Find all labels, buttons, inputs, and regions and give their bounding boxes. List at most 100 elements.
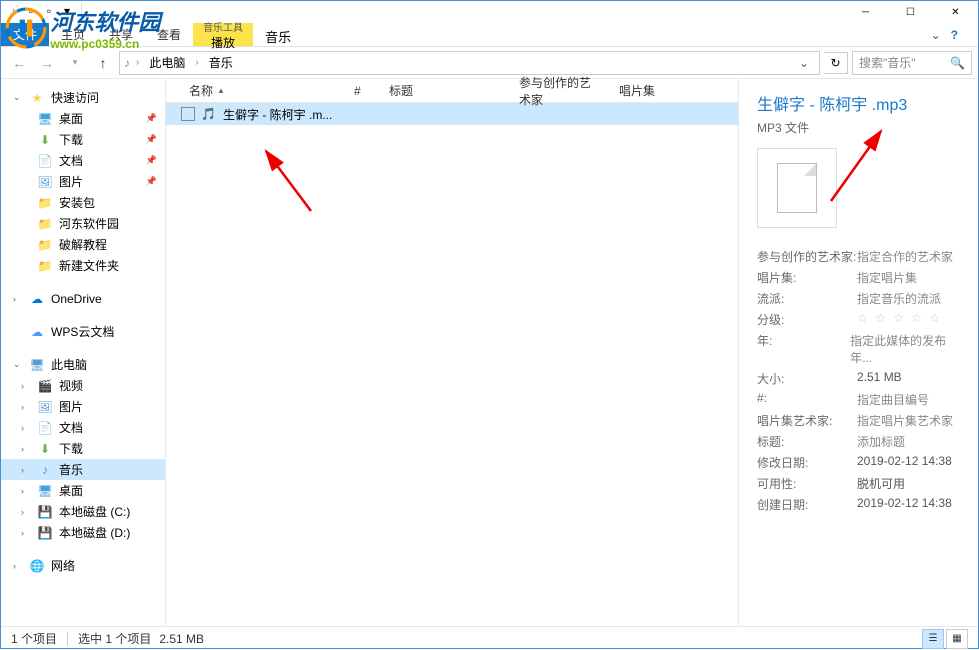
sidebar-item-folder[interactable]: 📁安装包 [1, 192, 165, 213]
back-button[interactable]: ← [7, 51, 31, 75]
ribbon-tab-view[interactable]: 查看 [145, 23, 193, 46]
sidebar-item-drive-d[interactable]: ›💾本地磁盘 (D:) [1, 522, 165, 543]
close-button[interactable]: ✕ [933, 1, 978, 23]
details-created: 2019-02-12 14:38 [857, 496, 952, 513]
details-title-field[interactable]: 添加标题 [857, 433, 905, 450]
wps-icon: ☁ [29, 324, 45, 340]
pc-icon: 🖥 [29, 357, 45, 373]
sidebar-item-pictures[interactable]: 🖼图片📌 [1, 171, 165, 192]
search-icon: 🔍 [950, 56, 965, 70]
column-artist[interactable]: 参与创作的艺术家 [511, 70, 611, 112]
breadcrumb-this-pc[interactable]: 此电脑 [145, 52, 189, 73]
details-albumartist[interactable]: 指定唱片集艺术家 [857, 412, 953, 429]
qat-item-icon[interactable]: ▫ [41, 3, 57, 19]
ribbon-separator [81, 3, 97, 21]
details-year[interactable]: 指定此媒体的发布年... [850, 332, 960, 366]
column-album[interactable]: 唱片集 [611, 78, 671, 103]
sidebar-item-downloads[interactable]: ⬇下载📌 [1, 129, 165, 150]
chevron-right-icon[interactable]: › [132, 57, 143, 68]
sidebar-item-desktop[interactable]: ›🖥桌面 [1, 480, 165, 501]
column-name[interactable]: 名称▲ [181, 78, 346, 103]
search-input[interactable]: 搜索"音乐" 🔍 [852, 51, 972, 75]
ribbon-tab-home[interactable]: 主页 [49, 23, 97, 46]
up-button[interactable]: ↑ [91, 51, 115, 75]
desktop-icon: 🖥 [37, 483, 53, 499]
ribbon-tab-share[interactable]: 共享 [97, 23, 145, 46]
details-thumbnail [757, 148, 837, 228]
forward-button[interactable]: → [35, 51, 59, 75]
pin-icon: 📌 [146, 113, 157, 124]
details-title: 生僻字 - 陈柯宇 .mp3 [757, 91, 960, 115]
sidebar-network[interactable]: ›🌐网络 [1, 555, 165, 576]
drive-icon: 💾 [37, 525, 53, 541]
details-availability: 脱机可用 [857, 475, 905, 492]
sidebar-item-documents[interactable]: 📄文档📌 [1, 150, 165, 171]
sidebar-item-downloads[interactable]: ›⬇下载 [1, 438, 165, 459]
breadcrumb[interactable]: ♪ › 此电脑 › 音乐 ⌄ [119, 51, 820, 75]
details-artist[interactable]: 指定合作的艺术家 [857, 248, 953, 265]
music-icon: ♪ [124, 56, 130, 70]
sidebar-item-folder[interactable]: 📁破解教程 [1, 234, 165, 255]
status-size: 2.51 MB [159, 632, 204, 646]
checkbox[interactable] [181, 107, 195, 121]
sidebar-this-pc[interactable]: ⌄🖥此电脑 [1, 354, 165, 375]
ribbon: 文件 主页 共享 查看 音乐工具 播放 音乐 ⌄ ? [1, 23, 978, 47]
document-icon: 📄 [37, 153, 53, 169]
music-folder-icon: ♪ [5, 3, 21, 19]
pin-icon: 📌 [146, 155, 157, 166]
view-icons-button[interactable]: ▦ [946, 629, 968, 649]
sidebar-onedrive[interactable]: ›☁OneDrive [1, 288, 165, 309]
download-icon: ⬇ [37, 132, 53, 148]
sidebar-item-desktop[interactable]: 🖥桌面📌 [1, 108, 165, 129]
details-tracknum[interactable]: 指定曲目编号 [857, 391, 929, 408]
refresh-button[interactable]: ↻ [824, 52, 848, 74]
sidebar-item-documents[interactable]: ›📄文档 [1, 417, 165, 438]
window-title: 音乐 [253, 23, 303, 46]
sidebar-item-drive-c[interactable]: ›💾本地磁盘 (C:) [1, 501, 165, 522]
sidebar-item-music[interactable]: ›♪音乐 [1, 459, 165, 480]
video-icon: 🎬 [37, 378, 53, 394]
file-row[interactable]: 🎵 生僻字 - 陈柯宇 .m... [166, 103, 738, 125]
maximize-button[interactable]: ☐ [888, 1, 933, 23]
breadcrumb-music[interactable]: 音乐 [205, 52, 237, 73]
sidebar-quick-access[interactable]: ⌄ ★ 快速访问 [1, 87, 165, 108]
sidebar-item-folder[interactable]: 📁河东软件园 [1, 213, 165, 234]
chevron-down-icon[interactable]: ⌄ [13, 359, 23, 370]
view-details-button[interactable]: ☰ [922, 629, 944, 649]
chevron-right-icon[interactable]: › [191, 57, 202, 68]
file-list[interactable]: 名称▲ # 标题 参与创作的艺术家 唱片集 🎵 生僻字 - 陈柯宇 .m... [166, 79, 738, 626]
chevron-right-icon[interactable]: › [13, 294, 23, 304]
music-icon: ♪ [37, 462, 53, 478]
onedrive-icon: ☁ [29, 291, 45, 307]
sidebar-wps[interactable]: ☁WPS云文档 [1, 321, 165, 342]
ribbon-expand-icon[interactable]: ⌄ [931, 28, 941, 42]
navigation-pane[interactable]: ⌄ ★ 快速访问 🖥桌面📌 ⬇下载📌 📄文档📌 🖼图片📌 📁安装包 📁河东软件园… [1, 79, 166, 626]
sort-asc-icon: ▲ [217, 86, 225, 95]
drive-icon: 💾 [37, 504, 53, 520]
status-item-count: 1 个项目 [11, 630, 57, 647]
column-number[interactable]: # [346, 80, 381, 102]
qat-dropdown-icon[interactable]: ▾ [59, 3, 75, 19]
details-rating[interactable]: ☆ ☆ ☆ ☆ ☆ [857, 311, 942, 328]
sidebar-item-folder[interactable]: 📁新建文件夹 [1, 255, 165, 276]
address-dropdown-icon[interactable]: ⌄ [793, 56, 815, 70]
help-icon[interactable]: ? [951, 28, 958, 42]
history-dropdown[interactable]: ▾ [63, 51, 87, 75]
details-filetype: MP3 文件 [757, 119, 960, 136]
chevron-down-icon[interactable]: ⌄ [13, 92, 23, 103]
details-album[interactable]: 指定唱片集 [857, 269, 917, 286]
minimize-button[interactable]: ─ [843, 1, 888, 23]
addressbar: ← → ▾ ↑ ♪ › 此电脑 › 音乐 ⌄ ↻ 搜索"音乐" 🔍 [1, 47, 978, 79]
qat-item-icon[interactable]: ▫ [23, 3, 39, 19]
star-icon: ★ [29, 90, 45, 106]
folder-icon: 📁 [37, 237, 53, 253]
details-genre[interactable]: 指定音乐的流派 [857, 290, 941, 307]
column-title[interactable]: 标题 [381, 78, 511, 103]
ribbon-file-tab[interactable]: 文件 [1, 23, 49, 46]
download-icon: ⬇ [37, 441, 53, 457]
sidebar-item-pictures[interactable]: ›🖼图片 [1, 396, 165, 417]
sidebar-item-videos[interactable]: ›🎬视频 [1, 375, 165, 396]
picture-icon: 🖼 [37, 174, 53, 190]
ribbon-context-music[interactable]: 音乐工具 播放 [193, 23, 253, 46]
document-icon: 📄 [37, 420, 53, 436]
